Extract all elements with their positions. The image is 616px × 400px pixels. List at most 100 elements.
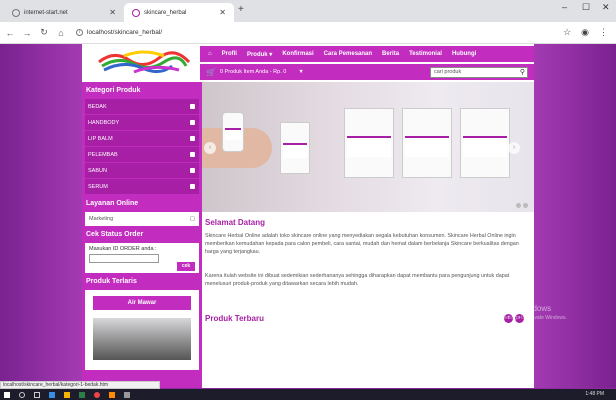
- slider-bottle-image: [460, 108, 510, 178]
- slider-dot[interactable]: [523, 203, 528, 208]
- menu-profil[interactable]: Profil: [222, 51, 237, 57]
- slider-bottle-image: [402, 108, 452, 178]
- tab-internet-start[interactable]: internet-start.net ✕: [4, 3, 124, 22]
- site-logo[interactable]: [94, 48, 194, 76]
- arrow-icon: [190, 136, 195, 141]
- globe-icon: [12, 8, 20, 17]
- app-icon[interactable]: [124, 391, 130, 398]
- bestseller-title: Produk Terlaris: [86, 278, 137, 285]
- maximize-button[interactable]: ☐: [582, 2, 590, 13]
- slider-dot[interactable]: [516, 203, 521, 208]
- main-content: ‹ › Selamat Datang Skincare Herbal Onlin…: [202, 82, 534, 388]
- arrow-icon: [190, 104, 195, 109]
- slider-dots: [516, 203, 528, 208]
- info-icon[interactable]: i: [76, 29, 83, 36]
- status-bar-url: localhost/skincare_herbal/kategori-1-bed…: [0, 381, 160, 389]
- url-field[interactable]: i localhost/skincare_herbal/: [76, 29, 162, 36]
- system-clock[interactable]: 1:48 PM: [585, 391, 604, 397]
- category-handbody[interactable]: HANDBODY: [85, 115, 199, 130]
- tab-label: internet-start.net: [24, 9, 68, 16]
- menu-produk[interactable]: Produk ▾: [247, 51, 272, 58]
- slider-prev-arrow[interactable]: ‹: [204, 142, 216, 154]
- web-page: ⌂ Profil Produk ▾ Konfirmasi Cara Pemesa…: [0, 44, 616, 388]
- slider-next-arrow[interactable]: ›: [508, 142, 520, 154]
- order-status-form: Masukan ID ORDER anda : cek: [85, 243, 199, 273]
- back-icon[interactable]: ←: [3, 28, 17, 38]
- chat-status-icon[interactable]: ▢: [190, 216, 195, 222]
- minimize-button[interactable]: –: [562, 2, 567, 12]
- cart-icon[interactable]: 🛒: [206, 68, 216, 77]
- tab-skincare-herbal[interactable]: skincare_herbal ✕: [124, 3, 234, 22]
- welcome-title: Selamat Datang: [205, 218, 266, 227]
- close-tab-icon[interactable]: ✕: [109, 8, 116, 17]
- new-tab-button[interactable]: +: [238, 4, 244, 15]
- category-sabun[interactable]: SABUN: [85, 163, 199, 178]
- welcome-paragraph-2: Karena itulah website ini dibuat sedemik…: [205, 273, 510, 287]
- arrow-icon: [190, 184, 195, 189]
- arrow-icon: [190, 152, 195, 157]
- category-label: HANDBODY: [88, 119, 120, 126]
- main-menu: ⌂ Profil Produk ▾ Konfirmasi Cara Pemesa…: [200, 46, 534, 62]
- profile-icon[interactable]: ◉: [581, 27, 589, 38]
- reload-icon[interactable]: ↻: [37, 27, 51, 38]
- app-icon[interactable]: [109, 391, 115, 398]
- category-bedak[interactable]: BEDAK: [85, 99, 199, 114]
- category-label: SERUM: [88, 183, 108, 190]
- menu-konfirmasi[interactable]: Konfirmasi: [282, 51, 313, 57]
- url-text: localhost/skincare_herbal/: [87, 29, 163, 36]
- left-background: [0, 44, 82, 388]
- categories-title: Kategori Produk: [86, 87, 141, 94]
- site-header: ⌂ Profil Produk ▾ Konfirmasi Cara Pemesa…: [82, 44, 534, 82]
- check-order-button[interactable]: cek: [177, 262, 195, 271]
- menu-testimonial[interactable]: Testimonial: [409, 51, 442, 57]
- browser-tab-bar: internet-start.net ✕ skincare_herbal ✕ +…: [0, 0, 616, 22]
- bestseller-card[interactable]: Air Mawar: [85, 290, 199, 370]
- edge-icon[interactable]: [49, 391, 55, 398]
- more-icon[interactable]: ⋮: [599, 27, 608, 38]
- image-slider[interactable]: ‹ ›: [202, 82, 534, 212]
- online-service-item[interactable]: Marketing ▢: [85, 212, 199, 226]
- address-bar: ← → ↻ ⌂ i localhost/skincare_herbal/ ☆ ◉…: [0, 22, 616, 44]
- product-image[interactable]: [93, 318, 191, 360]
- tab-label: skincare_herbal: [144, 9, 187, 16]
- category-label: LIP BALM: [88, 135, 113, 142]
- category-serum[interactable]: SERUM: [85, 179, 199, 194]
- cart-summary[interactable]: 0 Produk Item Anda - Rp. 0: [220, 69, 286, 75]
- online-service-title: Layanan Online: [86, 200, 139, 207]
- cart-bar: 🛒 0 Produk Item Anda - Rp. 0 ▼ cari prod…: [200, 64, 534, 80]
- leaf-icon: [132, 8, 140, 17]
- search-icon[interactable]: [19, 391, 25, 398]
- windows-start-icon[interactable]: [4, 391, 10, 398]
- right-background: [534, 44, 616, 388]
- forward-icon[interactable]: →: [20, 28, 34, 38]
- search-placeholder: cari produk: [434, 69, 462, 75]
- category-label: BEDAK: [88, 103, 107, 110]
- menu-hubungi[interactable]: Hubungi: [452, 51, 476, 57]
- cart-dropdown-icon[interactable]: ▼: [298, 69, 303, 75]
- star-icon[interactable]: ☆: [563, 27, 571, 38]
- arrow-icon: [190, 168, 195, 173]
- close-window-button[interactable]: ✕: [602, 2, 610, 13]
- chrome-icon[interactable]: [94, 391, 100, 398]
- category-label: PELEMBAB: [88, 151, 118, 158]
- category-label: SABUN: [88, 167, 107, 174]
- taskbar: 1:48 PM: [0, 389, 616, 400]
- order-id-label: Masukan ID ORDER anda :: [89, 246, 157, 252]
- home-icon[interactable]: ⌂: [54, 28, 68, 38]
- search-icon[interactable]: ⚲: [520, 68, 525, 77]
- order-id-input[interactable]: [89, 254, 159, 263]
- task-view-icon[interactable]: [34, 391, 40, 398]
- home-icon[interactable]: ⌂: [208, 51, 212, 57]
- activate-windows-watermark: Activate Windows Go to Settings to activ…: [488, 304, 567, 321]
- file-explorer-icon[interactable]: [64, 391, 70, 398]
- search-input[interactable]: cari produk ⚲: [430, 67, 528, 78]
- menu-cara-pemesanan[interactable]: Cara Pemesanan: [324, 51, 372, 57]
- store-icon[interactable]: [79, 391, 85, 398]
- bestseller-product-name[interactable]: Air Mawar: [93, 296, 191, 310]
- menu-berita[interactable]: Berita: [382, 51, 399, 57]
- close-tab-icon[interactable]: ✕: [219, 8, 226, 17]
- category-pelembab[interactable]: PELEMBAB: [85, 147, 199, 162]
- slider-bottle-image: [222, 112, 244, 152]
- latest-products-title: Produk Terbaru: [205, 314, 264, 323]
- category-lip-balm[interactable]: LIP BALM: [85, 131, 199, 146]
